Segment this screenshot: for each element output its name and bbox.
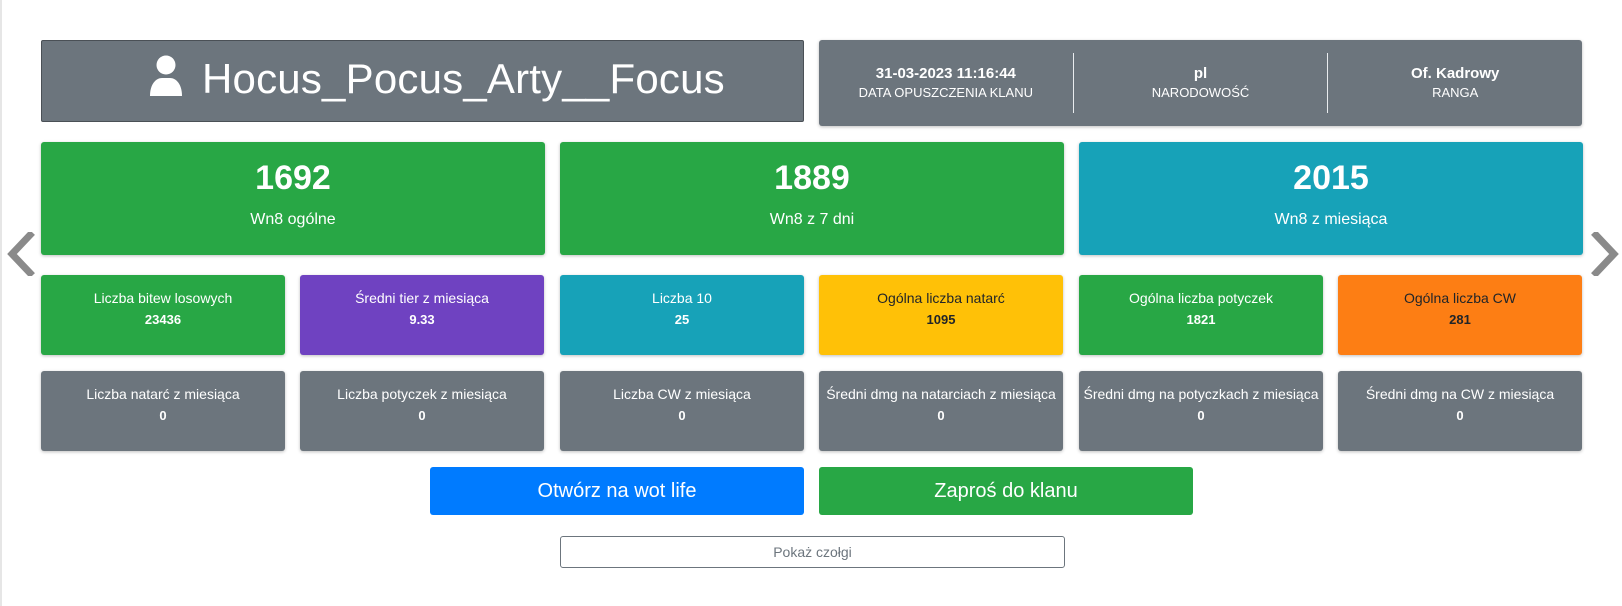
wn8-7days-label: Wn8 z 7 dni xyxy=(769,211,855,228)
invite-to-clan-button[interactable]: Zaproś do klanu xyxy=(819,467,1193,515)
user-icon xyxy=(150,55,182,96)
stat-total-skirmishes: Ogólna liczba potyczek 1821 xyxy=(1079,275,1323,355)
wn8-month-label: Wn8 z miesiąca xyxy=(1274,211,1388,228)
nationality-value: pl xyxy=(1193,65,1208,82)
wn8-overall-value: 1692 xyxy=(255,159,331,197)
page-edge xyxy=(0,0,2,606)
stat-value: 0 xyxy=(937,408,945,423)
chevron-left-icon[interactable] xyxy=(4,232,40,276)
stat-label: Liczba CW z miesiąca xyxy=(613,386,751,402)
stat-value: 0 xyxy=(159,408,167,423)
stat-label: Ogólna liczba potyczek xyxy=(1129,290,1273,306)
stat-value: 0 xyxy=(418,408,426,423)
stat-skirmishes-month: Liczba potyczek z miesiąca 0 xyxy=(300,371,544,451)
stat-total-cw: Ogólna liczba CW 281 xyxy=(1338,275,1582,355)
rank-label: RANGA xyxy=(1432,85,1479,100)
wn8-month-value: 2015 xyxy=(1293,159,1369,197)
rank-value: Of. Kadrowy xyxy=(1411,65,1500,82)
stat-value: 0 xyxy=(1456,408,1464,423)
wn8-overall-card: 1692 Wn8 ogólne xyxy=(41,142,545,255)
wn8-overall-label: Wn8 ogólne xyxy=(250,211,336,228)
wn8-7days-card: 1889 Wn8 z 7 dni xyxy=(560,142,1064,255)
stat-label: Liczba 10 xyxy=(652,290,712,306)
stat-value: 9.33 xyxy=(409,312,435,327)
info-leave-date: 31-03-2023 11:16:44 DATA OPUSZCZENIA KLA… xyxy=(819,53,1073,113)
player-name-card: Hocus_Pocus_Arty__Focus xyxy=(41,40,804,122)
stat-value: 1821 xyxy=(1186,312,1216,327)
stat-label: Liczba potyczek z miesiąca xyxy=(337,386,507,402)
stat-value: 25 xyxy=(674,312,690,327)
player-name: Hocus_Pocus_Arty__Focus xyxy=(202,55,725,102)
leave-date-label: DATA OPUSZCZENIA KLANU xyxy=(858,85,1033,100)
stat-avg-dmg-cw-month: Średni dmg na CW z miesiąca 0 xyxy=(1338,371,1582,451)
stat-label: Liczba bitew losowych xyxy=(93,290,233,306)
stat-value: 1095 xyxy=(926,312,956,327)
stat-label: Średni tier z miesiąca xyxy=(355,290,489,306)
stat-value: 281 xyxy=(1449,312,1471,327)
wn8-month-card: 2015 Wn8 z miesiąca xyxy=(1079,142,1583,255)
stat-random-battles: Liczba bitew losowych 23436 xyxy=(41,275,285,355)
wn8-7days-value: 1889 xyxy=(774,159,850,197)
stat-label: Średni dmg na potyczkach z miesiąca xyxy=(1083,386,1319,402)
open-wotlife-button[interactable]: Otwórz na wot life xyxy=(430,467,804,515)
stat-avg-tier-month: Średni tier z miesiąca 9.33 xyxy=(300,275,544,355)
player-info-card: 31-03-2023 11:16:44 DATA OPUSZCZENIA KLA… xyxy=(819,40,1582,126)
stat-label: Ogólna liczba CW xyxy=(1403,290,1517,306)
stat-cw-month: Liczba CW z miesiąca 0 xyxy=(560,371,804,451)
info-nationality: pl NARODOWOŚĆ xyxy=(1072,53,1328,113)
stat-label: Ogólna liczba natarć xyxy=(877,290,1005,306)
stat-label: Średni dmg na natarciach z miesiąca xyxy=(826,386,1056,402)
stat-advances-month: Liczba natarć z miesiąca 0 xyxy=(41,371,285,451)
stat-tier10-count: Liczba 10 25 xyxy=(560,275,804,355)
stat-value: 0 xyxy=(1197,408,1205,423)
stat-label: Średni dmg na CW z miesiąca xyxy=(1365,386,1555,402)
nationality-label: NARODOWOŚĆ xyxy=(1151,85,1250,100)
stat-value: 0 xyxy=(678,408,686,423)
stat-label: Liczba natarć z miesiąca xyxy=(86,386,240,402)
stat-avg-dmg-skirmishes-month: Średni dmg na potyczkach z miesiąca 0 xyxy=(1079,371,1323,451)
stat-total-advances: Ogólna liczba natarć 1095 xyxy=(819,275,1063,355)
info-rank: Of. Kadrowy RANGA xyxy=(1327,53,1582,113)
leave-date-value: 31-03-2023 11:16:44 xyxy=(875,65,1016,82)
stat-value: 23436 xyxy=(144,312,182,327)
stat-avg-dmg-advances-month: Średni dmg na natarciach z miesiąca 0 xyxy=(819,371,1063,451)
show-tanks-button[interactable]: Pokaż czołgi xyxy=(560,536,1065,568)
chevron-right-icon[interactable] xyxy=(1586,232,1622,276)
